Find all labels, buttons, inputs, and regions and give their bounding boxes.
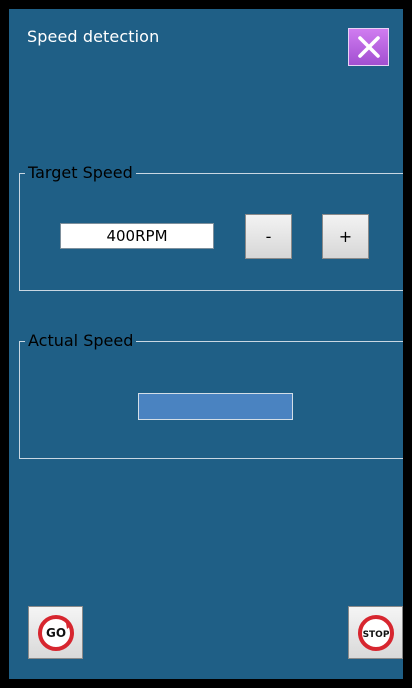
increase-speed-button[interactable]: +	[322, 214, 369, 259]
decrease-speed-button[interactable]: -	[245, 214, 292, 259]
speed-detection-screen: Speed detection Target Speed 400RPM - + …	[9, 9, 403, 679]
close-icon	[357, 36, 380, 58]
stop-button[interactable]: STOP	[348, 606, 403, 659]
go-label: GO	[45, 626, 65, 640]
actual-speed-label: Actual Speed	[25, 332, 137, 350]
stop-icon: STOP	[357, 614, 394, 651]
target-speed-label: Target Speed	[25, 164, 136, 182]
actual-speed-display	[138, 393, 293, 420]
go-icon: GO	[37, 614, 74, 651]
page-title: Speed detection	[27, 27, 160, 46]
target-speed-input[interactable]: 400RPM	[60, 223, 214, 249]
go-button[interactable]: GO	[28, 606, 83, 659]
close-button[interactable]	[348, 28, 389, 66]
stop-label: STOP	[362, 630, 389, 640]
